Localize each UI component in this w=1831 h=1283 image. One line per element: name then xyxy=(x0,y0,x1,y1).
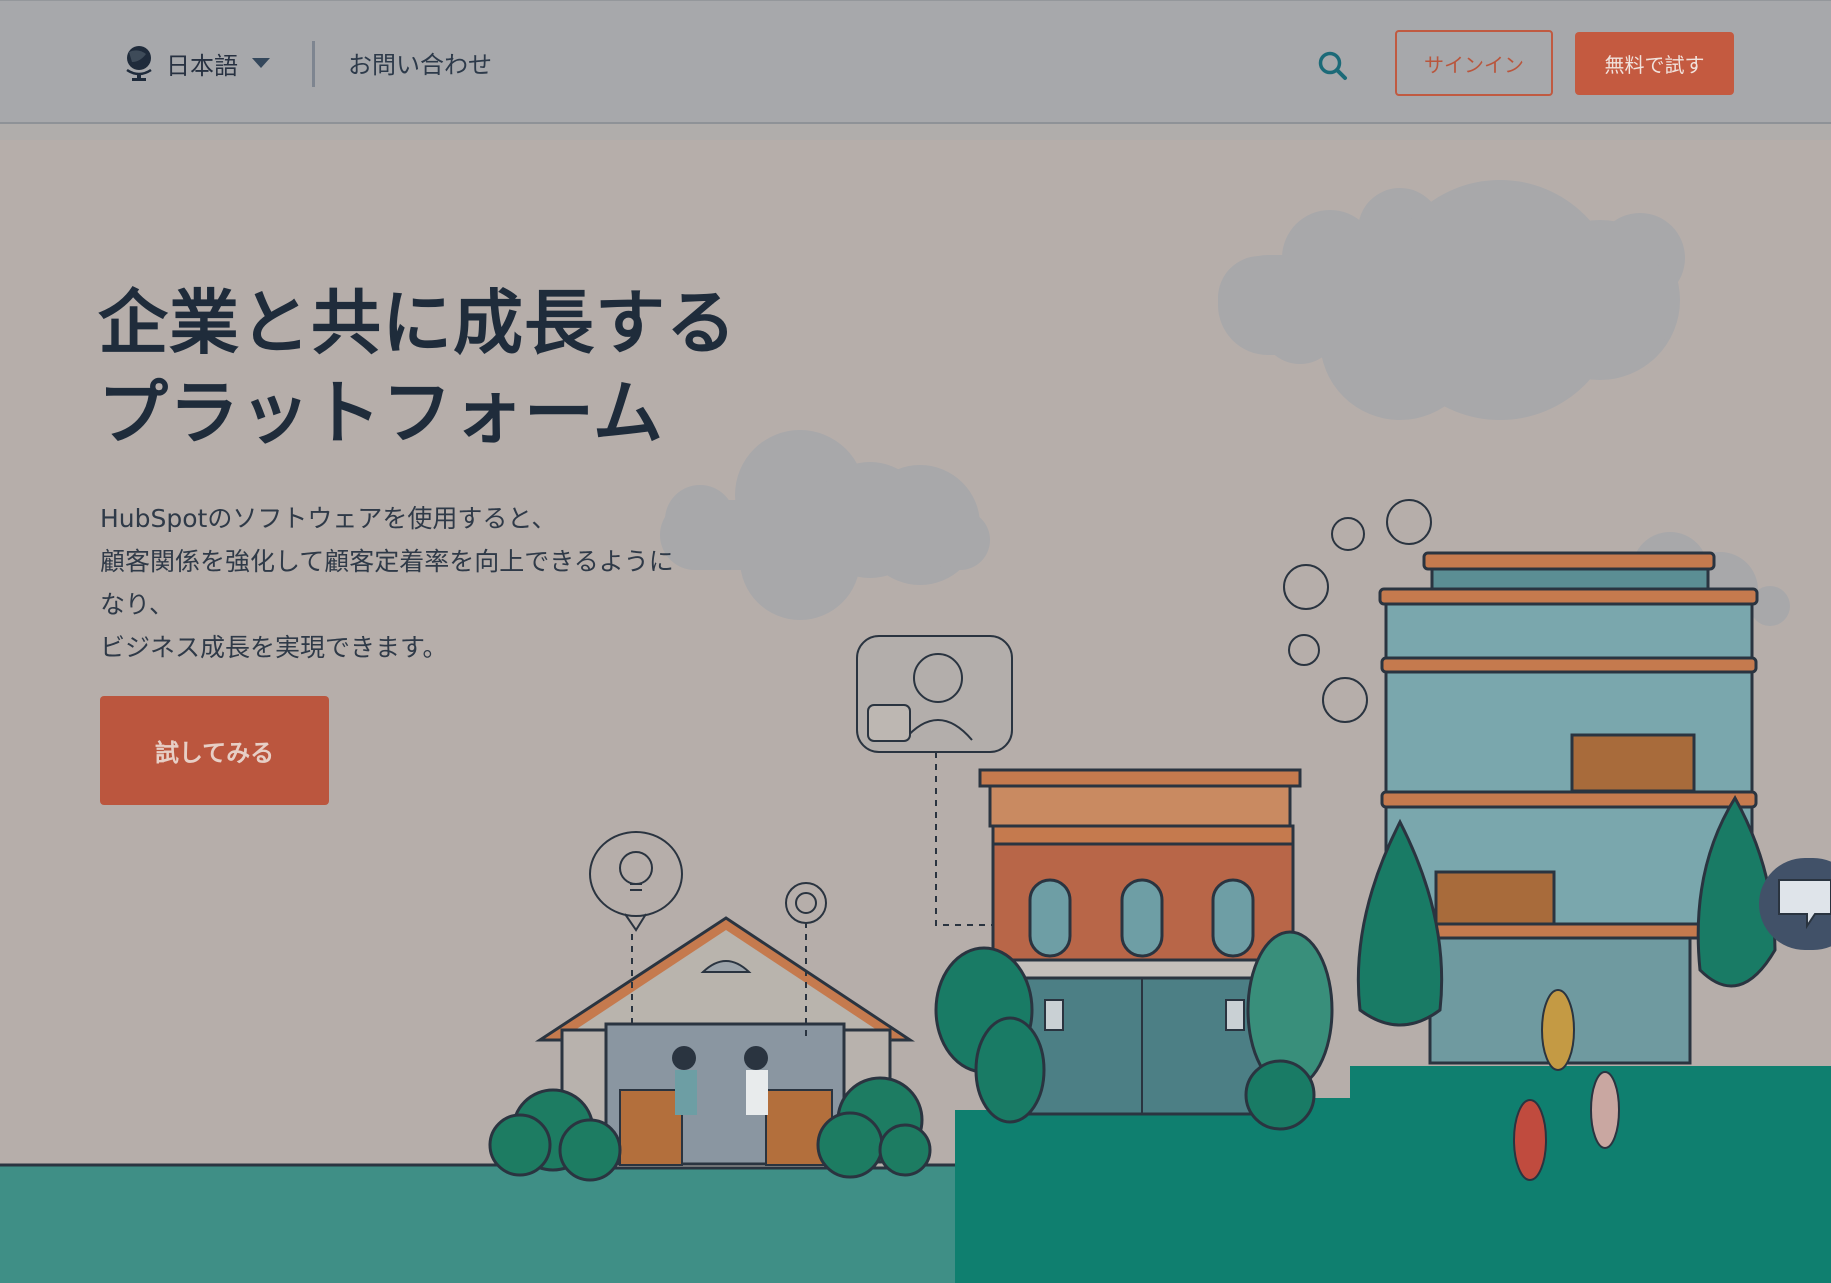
hero-description: HubSpotのソフトウェアを使用すると、 顧客関係を強化して顧客定着率を向上で… xyxy=(100,497,740,669)
hero-title-line-1: 企業と共に成長する xyxy=(98,282,737,364)
hero-description-line-3: なり、 xyxy=(100,590,175,619)
language-selector[interactable]: 日本語 xyxy=(124,43,272,83)
hero-description-line-2: 顧客関係を強化して顧客定着率を向上できるように xyxy=(100,547,674,576)
hero-description-line-1: HubSpotのソフトウェアを使用すると、 xyxy=(100,504,557,533)
nav-divider xyxy=(312,41,315,87)
top-navigation-bar: 日本語 お問い合わせ サインイン 無料で試す xyxy=(0,0,1831,124)
header-shadow xyxy=(0,124,1831,140)
page: 日本語 お問い合わせ サインイン 無料で試す 企業と共に成長する プラットフォー… xyxy=(0,0,1831,1283)
hero-title: 企業と共に成長する プラットフォーム xyxy=(98,278,798,458)
signin-button[interactable]: サインイン xyxy=(1395,30,1553,96)
chat-icon xyxy=(1778,879,1831,930)
search-icon xyxy=(1318,51,1347,80)
language-label: 日本語 xyxy=(166,51,238,80)
globe-icon xyxy=(126,46,152,81)
office-building-illustration xyxy=(934,768,1334,1131)
hero-title-line-2: プラットフォーム xyxy=(98,372,664,454)
contact-link[interactable]: お問い合わせ xyxy=(348,45,492,80)
search-button[interactable] xyxy=(1316,49,1350,83)
hero-description-line-4: ビジネス成長を実現できます。 xyxy=(100,633,448,662)
caret-down-icon xyxy=(252,58,270,68)
free-trial-button[interactable]: 無料で試す xyxy=(1575,32,1734,95)
house-illustration xyxy=(488,831,932,1182)
try-it-button[interactable]: 試してみる xyxy=(100,696,329,805)
